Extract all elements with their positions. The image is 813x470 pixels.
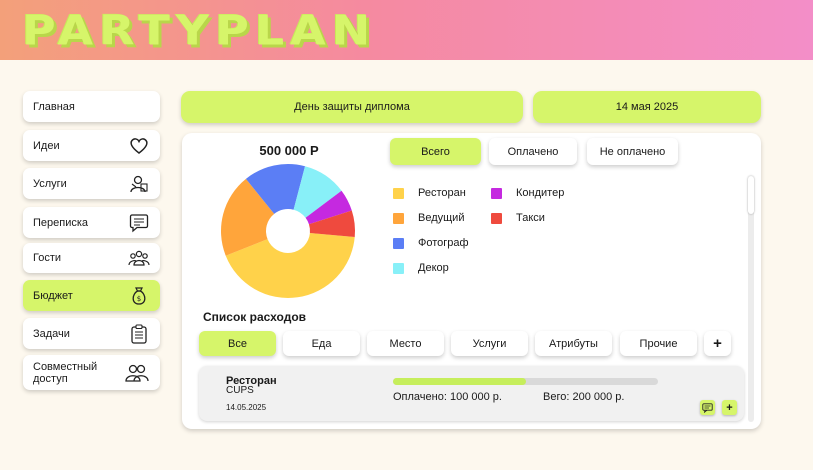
- shared-access-icon: [124, 362, 150, 384]
- legend-item-taxi: Такси: [491, 212, 545, 224]
- event-name-field[interactable]: День защиты диплома: [181, 91, 523, 123]
- legend-label: Ведущий: [418, 212, 465, 224]
- legend-item-restaurant: Ресторан: [393, 187, 466, 199]
- legend-item-host: Ведущий: [393, 212, 464, 224]
- sidebar-item-home[interactable]: Главная: [23, 91, 160, 122]
- filter-unpaid-button[interactable]: Не оплачено: [587, 138, 678, 165]
- expense-total-amount: Вего: 200 000 р.: [543, 391, 625, 403]
- add-category-button[interactable]: +: [704, 331, 731, 356]
- sidebar-item-label: Гости: [33, 252, 62, 264]
- sidebar-item-budget[interactable]: Бюджет $: [23, 280, 160, 311]
- legend-swatch: [393, 262, 404, 274]
- sidebar-item-shared-access[interactable]: Совместный доступ: [23, 355, 160, 390]
- money-bag-icon: $: [128, 285, 150, 307]
- category-attributes-button[interactable]: Атрибуты: [535, 331, 612, 356]
- legend-swatch: [491, 212, 502, 224]
- sidebar-item-label: Услуги: [33, 177, 67, 190]
- legend-item-confectioner: Кондитер: [491, 187, 564, 199]
- expenses-title: Список расходов: [203, 310, 307, 324]
- filter-all-button[interactable]: Всего: [390, 138, 481, 165]
- clipboard-icon: [128, 323, 150, 345]
- budget-total: 500 000 Р: [259, 143, 319, 158]
- legend-label: Кондитер: [516, 187, 565, 199]
- legend-item-photographer: Фотограф: [393, 237, 469, 249]
- expense-paid-amount: Оплачено: 100 000 р.: [393, 391, 502, 403]
- category-venue-button[interactable]: Место: [367, 331, 444, 356]
- legend-label: Ресторан: [418, 187, 466, 199]
- expense-progress-fill: [393, 378, 526, 385]
- chat-icon: [128, 212, 150, 234]
- header-banner: PARTYPLAN: [0, 0, 813, 60]
- legend-swatch: [393, 212, 404, 224]
- sidebar-item-services[interactable]: Услуги: [23, 168, 160, 199]
- legend-label: Такси: [516, 212, 545, 224]
- legend-swatch: [393, 237, 404, 249]
- category-services-button[interactable]: Услуги: [451, 331, 528, 356]
- legend-swatch: [491, 187, 502, 199]
- legend-label: Фотограф: [418, 237, 469, 249]
- sidebar-item-label: Переписка: [33, 216, 89, 229]
- sidebar-item-label: Задачи: [33, 327, 70, 340]
- sidebar-item-messages[interactable]: Переписка: [23, 207, 160, 238]
- category-all-button[interactable]: Все: [199, 331, 276, 356]
- svg-text:$: $: [137, 295, 141, 303]
- category-food-button[interactable]: Еда: [283, 331, 360, 356]
- sidebar-item-label: Главная: [33, 100, 75, 113]
- filter-paid-button[interactable]: Оплачено: [489, 138, 577, 165]
- event-date-field[interactable]: 14 мая 2025: [533, 91, 761, 123]
- budget-donut-chart: [221, 164, 355, 298]
- expense-name: CUPS: [226, 385, 254, 396]
- legend-label: Декор: [418, 262, 449, 274]
- services-icon: [128, 173, 150, 195]
- sidebar-item-label: Совместный доступ: [33, 360, 98, 385]
- guests-icon: [128, 247, 150, 269]
- expense-date: 14.05.2025: [226, 403, 267, 412]
- app-logo[interactable]: PARTYPLAN: [22, 6, 376, 55]
- sidebar-item-label: Бюджет: [33, 289, 73, 302]
- legend-swatch: [393, 187, 404, 199]
- sidebar-item-guests[interactable]: Гости: [23, 243, 160, 273]
- sidebar-item-label: Идеи: [33, 139, 60, 152]
- chat-icon: [702, 402, 713, 413]
- sidebar-item-tasks[interactable]: Задачи: [23, 318, 160, 349]
- sidebar-item-ideas[interactable]: Идеи: [23, 130, 160, 161]
- category-other-button[interactable]: Прочие: [620, 331, 697, 356]
- expense-add-button[interactable]: +: [722, 400, 737, 415]
- panel-scrollbar-thumb[interactable]: [748, 176, 754, 214]
- legend-item-decor: Декор: [393, 262, 449, 274]
- heart-icon: [128, 135, 150, 157]
- expense-progress-track: [393, 378, 658, 385]
- expense-comment-button[interactable]: [700, 400, 715, 415]
